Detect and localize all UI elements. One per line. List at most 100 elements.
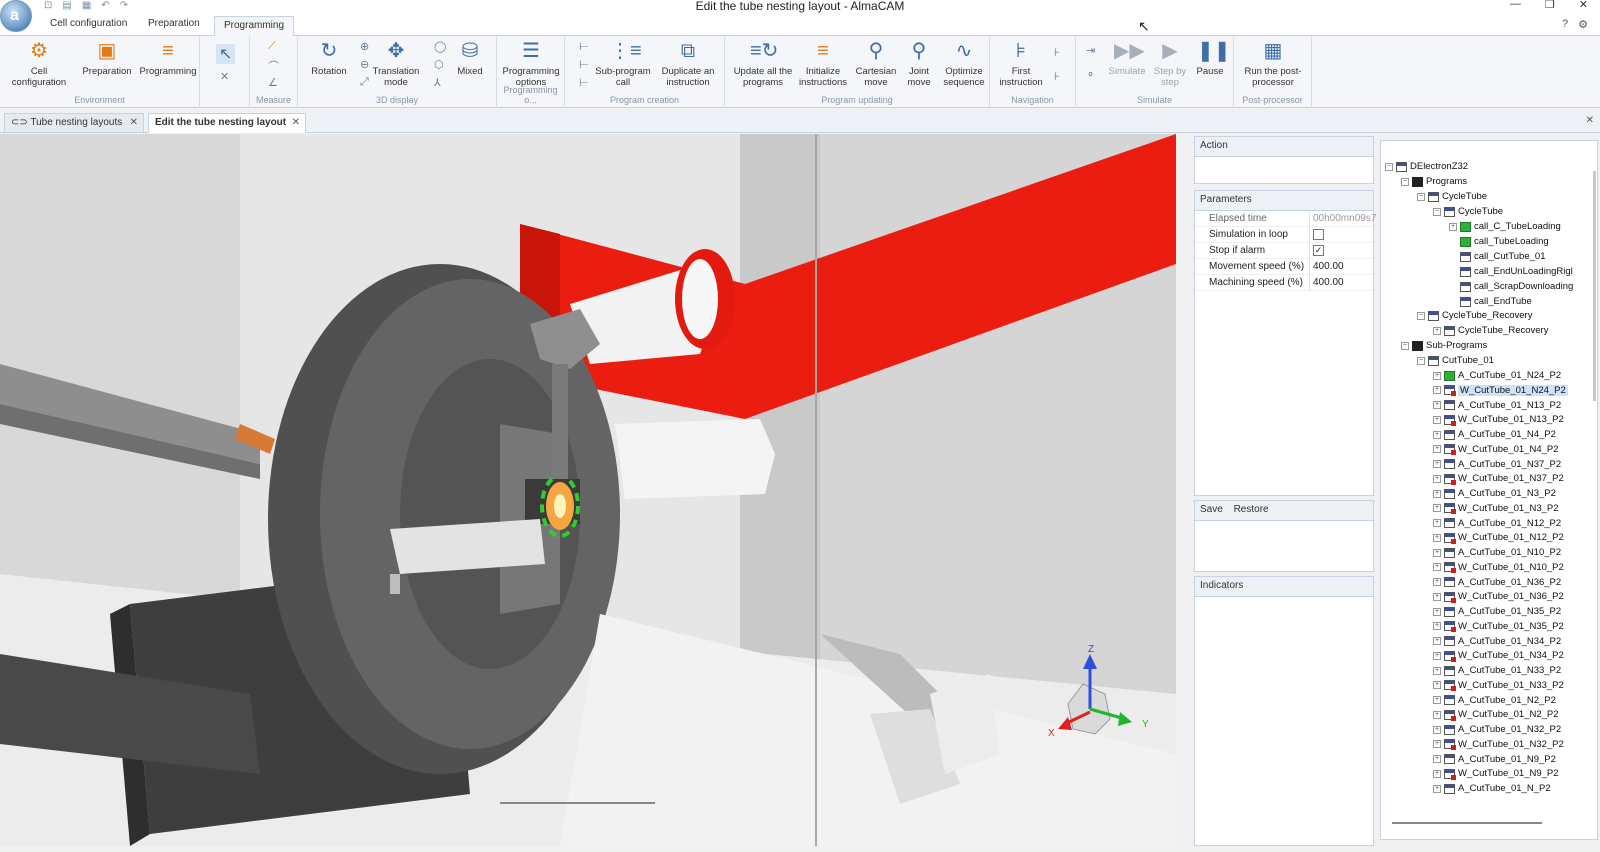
tree-node-cut-instruction[interactable]: + A_CutTube_01_N13_P2 <box>1433 398 1561 413</box>
simulation-in-loop-checkbox[interactable] <box>1313 229 1324 240</box>
tree-node-programs[interactable]: − Programs <box>1401 174 1467 189</box>
tree-node-cut-instruction[interactable]: + A_CutTube_01_N32_P2 <box>1433 722 1561 737</box>
tree-node-cut-instruction[interactable]: + W_CutTube_01_N24_P2 <box>1433 383 1568 398</box>
expand-icon[interactable]: + <box>1433 637 1441 645</box>
tree-node-cut-instruction[interactable]: + A_CutTube_01_N37_P2 <box>1433 457 1561 472</box>
close-all-icon[interactable]: ✕ <box>1586 115 1594 126</box>
app-logo[interactable]: a <box>0 0 32 32</box>
expand-icon[interactable]: + <box>1433 474 1441 483</box>
tree-node-cuttube[interactable]: − CutTube_01 <box>1417 353 1494 368</box>
tree-node-cut-instruction[interactable]: + A_CutTube_01_N2_P2 <box>1433 693 1556 708</box>
close-tab-icon[interactable]: ✕ <box>292 117 300 128</box>
viewport-scrollbar[interactable] <box>500 802 655 804</box>
minimize-icon[interactable]: — <box>1510 0 1521 11</box>
expand-icon[interactable]: + <box>1433 784 1441 793</box>
expand-icon[interactable]: + <box>1433 401 1441 409</box>
duplicate-instruction-button[interactable]: ⧉ Duplicate an instruction <box>653 38 723 88</box>
tab-tube-nesting-layouts[interactable]: ⊂⊃ Tube nesting layouts ✕ <box>4 113 144 133</box>
close-tab-icon[interactable]: ✕ <box>130 117 138 128</box>
expand-icon[interactable]: + <box>1433 504 1441 513</box>
tree-node-cut-instruction[interactable]: + A_CutTube_01_N10_P2 <box>1433 545 1561 560</box>
collapse-icon[interactable]: − <box>1385 162 1393 171</box>
tab-preparation[interactable]: Preparation <box>148 18 200 29</box>
first-instruction-button[interactable]: ⊧ First instruction <box>996 38 1046 88</box>
expand-icon[interactable]: + <box>1433 533 1441 542</box>
tree-node-cut-instruction[interactable]: + A_CutTube_01_N12_P2 <box>1433 516 1561 531</box>
insert-above-icon[interactable]: ⊢ <box>579 40 589 53</box>
expand-icon[interactable]: + <box>1433 725 1441 734</box>
expand-icon[interactable]: + <box>1433 326 1441 335</box>
tree-node-cut-instruction[interactable]: + W_CutTube_01_N37_P2 <box>1433 471 1564 486</box>
close-icon[interactable]: ✕ <box>1579 0 1588 11</box>
last-instruction-icon[interactable]: ⊦ <box>1054 70 1060 83</box>
tree-node-cut-instruction[interactable]: + A_CutTube_01_N9_P2 <box>1433 752 1556 767</box>
expand-icon[interactable]: + <box>1433 681 1441 690</box>
tree-horizontal-scrollbar[interactable] <box>1392 822 1542 824</box>
stop-if-alarm-checkbox[interactable]: ✓ <box>1313 245 1324 256</box>
translation-mode-button[interactable]: ✥ Translation mode <box>372 38 420 88</box>
view-cube-icon[interactable]: ⬡ <box>434 58 444 71</box>
joint-move-button[interactable]: ⚲ Joint move <box>901 38 937 88</box>
tab-edit-tube-nesting-layout[interactable]: Edit the tube nesting layout ✕ <box>148 113 306 133</box>
expand-icon[interactable]: + <box>1433 755 1441 763</box>
collapse-icon[interactable]: − <box>1417 192 1425 201</box>
collapse-icon[interactable]: − <box>1401 177 1409 186</box>
measure-angle-icon[interactable]: ∠ <box>268 76 278 89</box>
step-by-step-button[interactable]: ▶ Step by step <box>1152 38 1188 88</box>
select-arrow-icon[interactable]: ↖ <box>216 44 236 64</box>
cell-configuration-button[interactable]: ⚙ Cell configuration <box>3 38 75 88</box>
collapse-icon[interactable]: − <box>1401 341 1409 350</box>
initialize-instructions-button[interactable]: ≡ Initialize instructions <box>797 38 849 88</box>
insert-child-icon[interactable]: ⊢ <box>579 76 589 89</box>
run-post-processor-button[interactable]: ▦ Run the post-processor <box>1238 38 1308 88</box>
measure-distance-icon[interactable]: ⌒ <box>268 58 279 74</box>
expand-icon[interactable]: + <box>1433 563 1441 572</box>
update-all-programs-button[interactable]: ≡↻ Update all the programs <box>733 38 793 88</box>
tree-node-cut-instruction[interactable]: + A_CutTube_01_N33_P2 <box>1433 663 1561 678</box>
zoom-out-icon[interactable]: ⊖ <box>360 58 369 71</box>
expand-icon[interactable]: + <box>1433 489 1441 498</box>
expand-icon[interactable]: + <box>1433 651 1441 660</box>
programming-options-button[interactable]: ☰ Programming options <box>500 38 562 88</box>
tree-node-cut-instruction[interactable]: + W_CutTube_01_N3_P2 <box>1433 501 1559 516</box>
tree-node-cut-instruction[interactable]: + W_CutTube_01_N13_P2 <box>1433 412 1564 427</box>
tree-node-cut-instruction[interactable]: + W_CutTube_01_N2_P2 <box>1433 707 1559 722</box>
collapse-icon[interactable]: − <box>1433 207 1441 216</box>
collapse-icon[interactable]: − <box>1417 311 1425 320</box>
deselect-icon[interactable]: ✕ <box>220 70 229 83</box>
tree-node-cut-instruction[interactable]: + W_CutTube_01_N32_P2 <box>1433 737 1564 752</box>
maximize-icon[interactable]: ❐ <box>1545 0 1555 11</box>
tree-node-call[interactable]: +call_CutTube_01 <box>1449 249 1545 264</box>
expand-icon[interactable]: + <box>1433 696 1441 704</box>
programming-button[interactable]: ≡ Programming <box>138 38 198 77</box>
tree-node-cut-instruction[interactable]: + W_CutTube_01_N36_P2 <box>1433 589 1564 604</box>
settings-icon[interactable]: ⚙ <box>1578 18 1588 31</box>
tree-node-recovery-group[interactable]: − CycleTube_Recovery <box>1417 308 1532 323</box>
tree-node-call[interactable]: +call_EndTube <box>1449 294 1532 309</box>
view-sphere-icon[interactable]: ◯ <box>434 40 446 53</box>
viewport-splitter[interactable] <box>1180 134 1188 846</box>
tree-node-cut-instruction[interactable]: + W_CutTube_01_N35_P2 <box>1433 619 1564 634</box>
simulation-settings-icon[interactable]: ⇥ <box>1086 44 1095 57</box>
expand-icon[interactable]: + <box>1433 386 1441 395</box>
expand-icon[interactable]: + <box>1433 460 1441 468</box>
optimize-sequence-button[interactable]: ∿ Optimize sequence <box>939 38 989 88</box>
tree-node-cycletube[interactable]: − CycleTube <box>1433 204 1503 219</box>
next-instruction-icon[interactable]: ⊦ <box>1054 46 1060 59</box>
expand-icon[interactable]: + <box>1449 222 1457 231</box>
restore-button[interactable]: Restore <box>1234 504 1269 515</box>
tree-node-call[interactable]: +call_EndUnLoadingRigl <box>1449 264 1573 279</box>
tree-node-cut-instruction[interactable]: + W_CutTube_01_N9_P2 <box>1433 766 1559 781</box>
tab-cell-configuration[interactable]: Cell configuration <box>50 18 127 29</box>
expand-icon[interactable]: + <box>1433 769 1441 778</box>
collapse-icon[interactable]: − <box>1417 356 1425 365</box>
save-button[interactable]: Save <box>1200 504 1223 515</box>
tree-node-cut-instruction[interactable]: + W_CutTube_01_N12_P2 <box>1433 530 1564 545</box>
simulation-record-icon[interactable]: ⚬ <box>1086 68 1095 81</box>
measure-point-icon[interactable]: ⟋ <box>268 40 276 53</box>
expand-icon[interactable]: + <box>1433 578 1441 586</box>
tree-node-cut-instruction[interactable]: + W_CutTube_01_N33_P2 <box>1433 678 1564 693</box>
tree-node-cut-instruction[interactable]: + W_CutTube_01_N10_P2 <box>1433 560 1564 575</box>
tree-scrollbar[interactable] <box>1593 171 1596 401</box>
tree-node-cut-instruction[interactable]: + A_CutTube_01_N3_P2 <box>1433 486 1556 501</box>
